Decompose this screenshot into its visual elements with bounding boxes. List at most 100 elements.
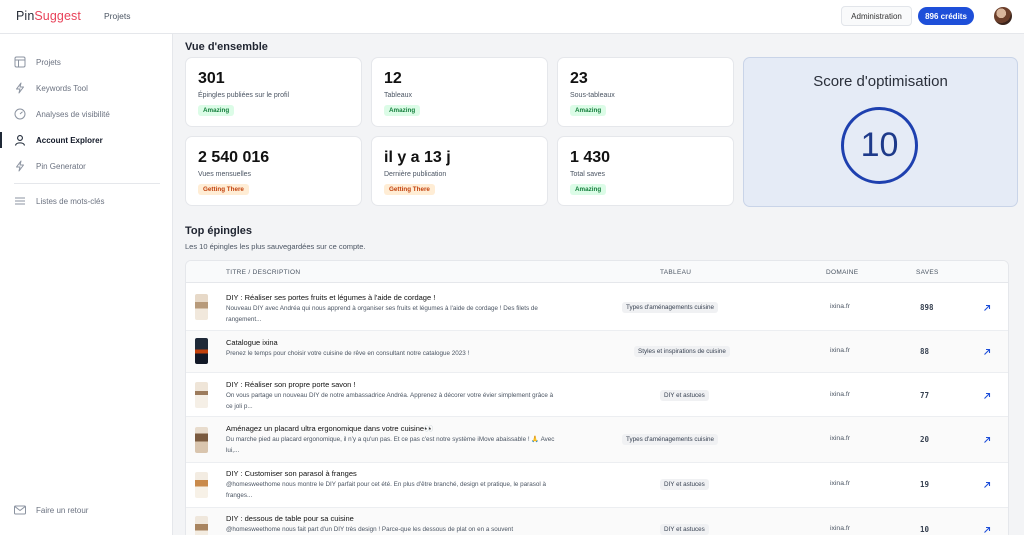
bolt-icon [16,160,24,172]
stat-label: Total saves [570,171,606,178]
pin-domain: ixina.fr [830,435,851,442]
board-tag: Styles et inspirations de cuisine [634,346,730,357]
stat-card-boards: 12 Tableaux Amazing [371,57,548,127]
column-header-saves[interactable]: SAVES [916,269,939,276]
gauge-icon [14,108,26,120]
optimization-score-card: Score d'optimisation 10 [743,57,1018,207]
sidebar-item-label: Keywords Tool [36,83,88,93]
pin-saves: 10 [920,525,930,534]
pin-description: Du marche pied au placard ergonomique, i… [226,436,555,454]
logo-text-suggest: Suggest [34,9,81,23]
pin-saves: 88 [920,347,930,356]
pin-domain: ixina.fr [830,303,851,310]
pin-title[interactable]: Catalogue ixina [226,338,278,347]
sidebar-item-keyword-lists[interactable]: Listes de mots-clés [0,190,172,212]
projects-link[interactable]: Projets [104,11,130,21]
pin-domain: ixina.fr [830,391,851,398]
stat-label: Épingles publiées sur le profil [198,92,290,99]
feedback-link[interactable]: Faire un retour [0,500,172,520]
pin-description: @homesweethome nous montre le DIY parfai… [226,481,547,499]
user-icon [14,135,26,146]
pin-thumbnail[interactable] [195,382,208,408]
pin-saves: 19 [920,480,930,489]
status-badge: Amazing [570,105,607,116]
external-link-icon[interactable] [983,436,991,444]
pin-title[interactable]: DIY : Réaliser son propre porte savon ! [226,380,356,389]
pin-thumbnail[interactable] [195,472,208,498]
external-link-icon[interactable] [983,392,991,400]
external-link-icon[interactable] [983,348,991,356]
column-header-title[interactable]: TITRE / DESCRIPTION [226,269,300,276]
pin-thumbnail[interactable] [195,516,208,535]
table-row[interactable]: DIY : Customiser son parasol à franges @… [186,463,1008,508]
stat-label: Dernière publication [384,171,447,178]
status-badge: Getting There [198,184,249,195]
stat-card-monthly-views: 2 540 016 Vues mensuelles Getting There [185,136,362,206]
sidebar-item-label: Pin Generator [36,161,86,171]
layout-icon [14,56,26,68]
sidebar-item-pin-generator[interactable]: Pin Generator [0,155,172,177]
pin-title[interactable]: DIY : Réaliser ses portes fruits et légu… [226,293,435,302]
pin-saves: 77 [920,391,930,400]
external-link-icon[interactable] [983,304,991,312]
status-badge: Amazing [384,105,421,116]
sidebar-item-visibility[interactable]: Analyses de visibilité [0,103,172,125]
stat-label: Sous-tableaux [570,92,615,99]
table-row[interactable]: DIY : Réaliser son propre porte savon ! … [186,373,1008,417]
mail-icon [14,505,26,515]
external-link-icon[interactable] [983,526,991,534]
stat-value: 12 [384,70,402,87]
admin-button[interactable]: Administration [841,6,912,26]
list-icon [15,197,25,205]
top-pins-title: Top épingles [185,225,253,237]
stat-value: 23 [570,70,588,87]
column-header-board[interactable]: TABLEAU [660,269,691,276]
pin-thumbnail[interactable] [195,338,208,364]
table-row[interactable]: DIY : dessous de table pour sa cuisine @… [186,508,1008,535]
logo-text-pin: Pin [16,9,35,23]
sidebar-item-keywords-tool[interactable]: Keywords Tool [0,77,172,99]
table-row[interactable]: DIY : Réaliser ses portes fruits et légu… [186,284,1008,331]
pin-title[interactable]: DIY : Customiser son parasol à franges [226,469,357,478]
status-badge: Getting There [384,184,435,195]
pin-description: Nouveau DIY avec Andréa qui nous apprend… [226,305,538,323]
external-link-icon[interactable] [983,481,991,489]
pin-saves: 20 [920,435,930,444]
pin-domain: ixina.fr [830,480,851,487]
column-header-domain[interactable]: DOMAINE [826,269,858,276]
board-tag: DIY et astuces [660,390,709,401]
pin-description: @homesweethome nous fait part d'un DIY t… [226,526,514,533]
pin-description: Prenez le temps pour choisir votre cuisi… [226,350,470,357]
stat-card-total-saves: 1 430 Total saves Amazing [557,136,734,206]
sidebar-item-projets[interactable]: Projets [0,51,172,73]
pin-description: On vous partage un nouveau DIY de notre … [226,392,554,410]
score-value: 10 [841,107,918,184]
score-title: Score d'optimisation [813,73,948,90]
avatar[interactable] [994,7,1012,25]
logo[interactable]: PinSuggest [16,9,81,23]
stat-value: 301 [198,70,225,87]
feedback-label: Faire un retour [36,505,89,515]
pin-saves: 898 [920,303,934,312]
stat-value: 2 540 016 [198,149,270,166]
stat-card-subboards: 23 Sous-tableaux Amazing [557,57,734,127]
sidebar-item-label: Account Explorer [36,135,103,145]
board-tag: DIY et astuces [660,524,709,535]
stat-value: 1 430 [570,149,611,166]
table-header: TITRE / DESCRIPTION TABLEAU DOMAINE SAVE… [186,261,1008,283]
pin-title[interactable]: DIY : dessous de table pour sa cuisine [226,514,354,523]
pin-domain: ixina.fr [830,525,851,532]
sidebar-item-account-explorer[interactable]: Account Explorer [0,129,172,151]
sidebar: Projets Keywords Tool Analyses de visibi… [0,34,173,535]
main-content: Vue d'ensemble 301 Épingles publiées sur… [173,34,1024,535]
stat-card-last-publication: il y a 13 j Dernière publication Getting… [371,136,548,206]
pin-domain: ixina.fr [830,347,851,354]
sidebar-item-label: Listes de mots-clés [36,196,105,206]
top-pins-subtitle: Les 10 épingles les plus sauvegardées su… [185,242,366,251]
credits-button[interactable]: 896 crédits [918,7,974,25]
pin-thumbnail[interactable] [195,427,208,453]
table-row[interactable]: Aménagez un placard ultra ergonomique da… [186,417,1008,463]
pin-title[interactable]: Aménagez un placard ultra ergonomique da… [226,424,433,433]
pin-thumbnail[interactable] [195,294,208,320]
table-row[interactable]: Catalogue ixina Prenez le temps pour cho… [186,331,1008,373]
